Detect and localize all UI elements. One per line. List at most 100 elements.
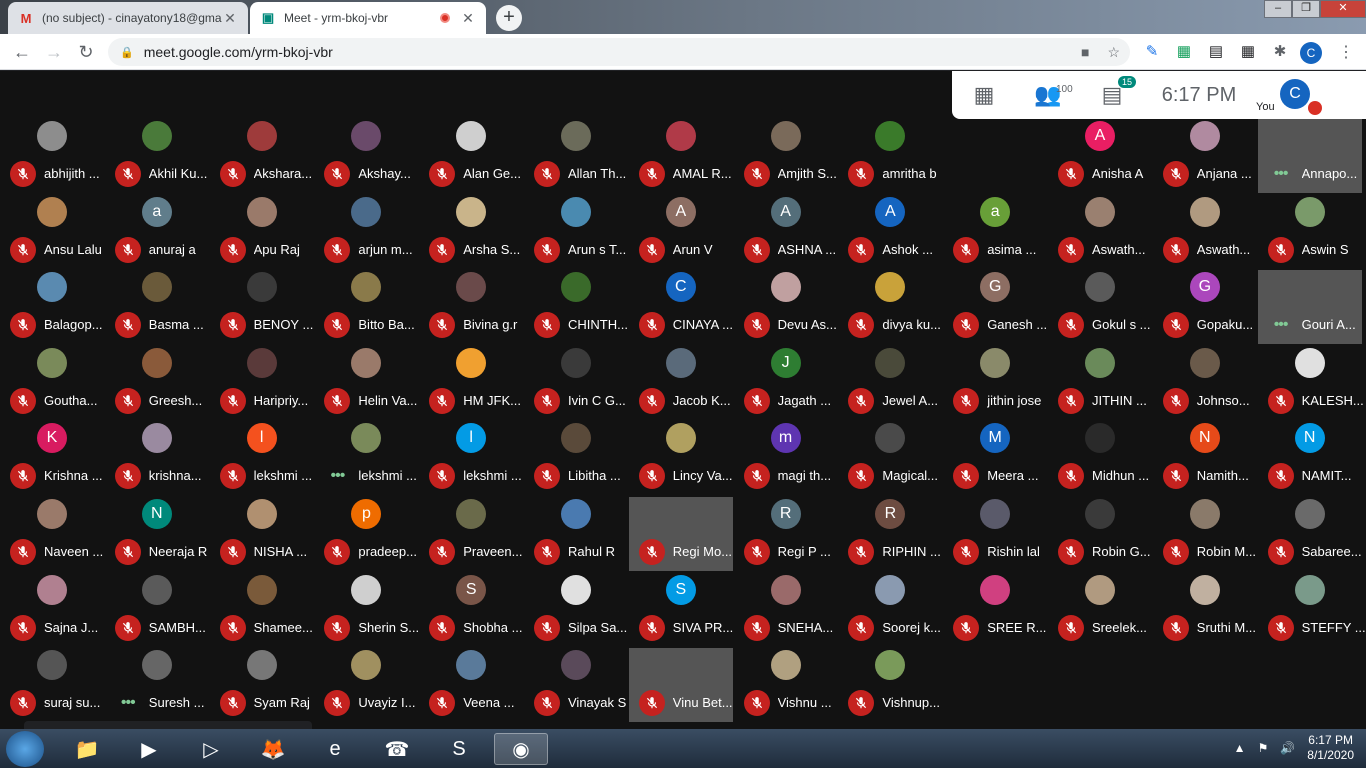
participant-tile[interactable]: G Ganesh ...: [943, 270, 1047, 344]
participant-tile[interactable]: ••• Suresh ...: [105, 648, 209, 722]
participant-tile[interactable]: Syam Raj: [210, 648, 314, 722]
participant-tile[interactable]: Jewel A...: [838, 346, 942, 420]
participant-tile[interactable]: A Ashok ...: [838, 195, 942, 269]
participant-tile[interactable]: Goutha...: [0, 346, 104, 420]
participant-tile[interactable]: Balagop...: [0, 270, 104, 344]
close-window-button[interactable]: ✕: [1320, 0, 1366, 18]
participant-tile[interactable]: ••• Annapo...: [1257, 119, 1362, 193]
participant-tile[interactable]: Basma ...: [105, 270, 209, 344]
media-player-icon[interactable]: ▷: [184, 733, 238, 765]
participant-tile[interactable]: N Namith...: [1153, 421, 1257, 495]
participant-tile[interactable]: Magical...: [838, 421, 942, 495]
maximize-button[interactable]: ❐: [1292, 0, 1320, 18]
minimize-button[interactable]: –: [1264, 0, 1292, 18]
participant-tile[interactable]: a anuraj a: [105, 195, 209, 269]
chrome-icon[interactable]: ◉: [494, 733, 548, 765]
participant-tile[interactable]: Sreelek...: [1048, 573, 1152, 647]
puzzle-icon[interactable]: ✱: [1270, 42, 1290, 62]
system-clock[interactable]: 6:17 PM 8/1/2020: [1307, 733, 1354, 763]
participant-tile[interactable]: S SIVA PR...: [629, 573, 733, 647]
back-button[interactable]: ←: [10, 40, 34, 64]
profile-avatar[interactable]: C: [1300, 42, 1322, 64]
participant-tile[interactable]: A Anisha A: [1048, 119, 1152, 193]
skype-icon[interactable]: S: [432, 733, 486, 765]
participant-tile[interactable]: Amjith S...: [734, 119, 838, 193]
participant-tile[interactable]: l lekshmi ...: [419, 421, 523, 495]
participant-tile[interactable]: arjun m...: [314, 195, 418, 269]
participant-tile[interactable]: Ansu Lalu: [0, 195, 104, 269]
participant-tile[interactable]: C CINAYA ...: [629, 270, 733, 344]
participant-tile[interactable]: Lincy Va...: [629, 421, 733, 495]
participant-tile[interactable]: Vishnup...: [838, 648, 942, 722]
camera-icon[interactable]: ■: [1081, 44, 1089, 61]
firefox-icon[interactable]: 🦊: [246, 733, 300, 765]
address-bar[interactable]: 🔒 meet.google.com/yrm-bkoj-vbr ■ ☆: [108, 38, 1130, 66]
participant-tile[interactable]: Arun s T...: [524, 195, 628, 269]
explorer-icon[interactable]: 📁: [60, 733, 114, 765]
participant-tile[interactable]: Akshay...: [314, 119, 418, 193]
participant-tile[interactable]: l lekshmi ...: [210, 421, 314, 495]
participant-tile[interactable]: HM JFK...: [419, 346, 523, 420]
participant-tile[interactable]: A ASHNA ...: [734, 195, 838, 269]
viber-icon[interactable]: ☎: [370, 733, 424, 765]
participant-tile[interactable]: R RIPHIN ...: [838, 497, 942, 571]
participant-tile[interactable]: CHINTH...: [524, 270, 628, 344]
tile-layout-icon[interactable]: ▦: [952, 82, 1016, 108]
kmplayer-icon[interactable]: ▶: [122, 733, 176, 765]
participant-tile[interactable]: Ivin C G...: [524, 346, 628, 420]
participant-tile[interactable]: Shamee...: [210, 573, 314, 647]
volume-icon[interactable]: 🔊: [1280, 741, 1295, 755]
participant-tile[interactable]: amritha b: [838, 119, 942, 193]
tab-gmail[interactable]: M (no subject) - cinayatony18@gma ✕: [8, 2, 248, 34]
participant-tile[interactable]: Gokul s ...: [1048, 270, 1152, 344]
tab-meet[interactable]: ▣ Meet - yrm-bkoj-vbr ✕: [250, 2, 486, 34]
participant-tile[interactable]: Aswath...: [1048, 195, 1152, 269]
participant-tile[interactable]: abhijith ...: [0, 119, 104, 193]
participant-tile[interactable]: Sherin S...: [314, 573, 419, 647]
start-button[interactable]: [6, 731, 44, 767]
participant-tile[interactable]: AMAL R...: [629, 119, 733, 193]
participant-tile[interactable]: Robin G...: [1048, 497, 1152, 571]
participant-tile[interactable]: Bivina g.r: [419, 270, 523, 344]
participant-tile[interactable]: N NAMIT...: [1258, 421, 1362, 495]
sheets-icon[interactable]: ▦: [1174, 42, 1194, 62]
participant-tile[interactable]: Robin M...: [1153, 497, 1257, 571]
ie-icon[interactable]: e: [308, 733, 362, 765]
participant-tile[interactable]: Veena ...: [419, 648, 523, 722]
participant-tile[interactable]: R Regi P ...: [734, 497, 838, 571]
participant-tile[interactable]: Regi Mo...: [628, 497, 733, 571]
participant-tile[interactable]: Aswin S: [1258, 195, 1362, 269]
participant-tile[interactable]: Alan Ge...: [419, 119, 523, 193]
participant-tile[interactable]: Silpa Sa...: [524, 573, 628, 647]
participant-tile[interactable]: N Neeraja R: [105, 497, 209, 571]
participant-tile[interactable]: Helin Va...: [314, 346, 418, 420]
participant-tile[interactable]: A Arun V: [629, 195, 733, 269]
participant-tile[interactable]: M Meera ...: [943, 421, 1047, 495]
participant-tile[interactable]: m magi th...: [734, 421, 838, 495]
close-tab-icon[interactable]: ✕: [222, 10, 238, 27]
participant-tile[interactable]: suraj su...: [0, 648, 104, 722]
participant-tile[interactable]: Greesh...: [105, 346, 209, 420]
forward-button[interactable]: →: [42, 40, 66, 64]
menu-icon[interactable]: ⋮: [1338, 42, 1354, 62]
close-tab-icon[interactable]: ✕: [460, 10, 476, 27]
participant-tile[interactable]: BENOY ...: [210, 270, 314, 344]
participant-tile[interactable]: Apu Raj: [210, 195, 314, 269]
participant-tile[interactable]: Sabaree...: [1258, 497, 1362, 571]
participant-tile[interactable]: Aswath...: [1153, 195, 1257, 269]
participant-tile[interactable]: Midhun ...: [1048, 421, 1152, 495]
participant-tile[interactable]: S Shobha ...: [419, 573, 523, 647]
participant-tile[interactable]: Sruthi M...: [1153, 573, 1257, 647]
chat-icon[interactable]: ▤ 15: [1080, 76, 1144, 108]
grid-extension-icon[interactable]: ▦: [1238, 42, 1258, 62]
participant-tile[interactable]: Akshara...: [210, 119, 314, 193]
participant-tile[interactable]: K Krishna ...: [0, 421, 104, 495]
reload-button[interactable]: ↻: [74, 40, 98, 64]
participant-tile[interactable]: divya ku...: [838, 270, 942, 344]
extension-icon[interactable]: ✎: [1142, 42, 1162, 62]
participant-tile[interactable]: SREE R...: [943, 573, 1047, 647]
self-view[interactable]: C You: [1254, 71, 1324, 119]
participant-tile[interactable]: Arsha S...: [419, 195, 523, 269]
participant-tile[interactable]: Anjana ...: [1153, 119, 1257, 193]
network-icon[interactable]: ⚑: [1258, 741, 1269, 755]
